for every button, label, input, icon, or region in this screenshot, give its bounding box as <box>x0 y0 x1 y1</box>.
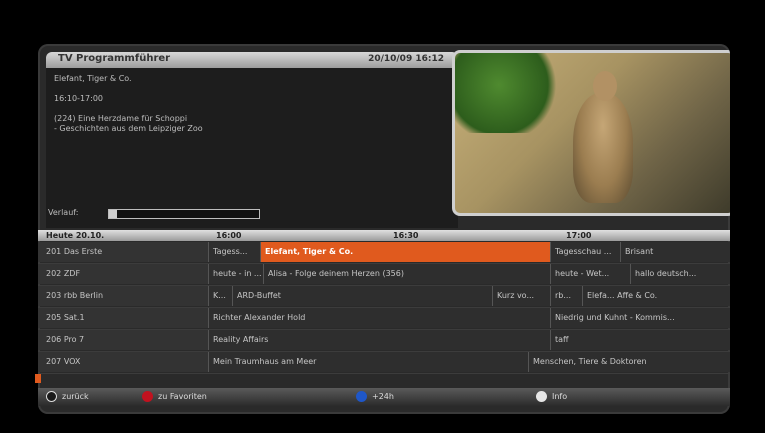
program-cell[interactable]: heute - Wet... <box>550 264 630 284</box>
back-icon <box>46 391 57 402</box>
program-info-panel: Elefant, Tiger & Co. 16:10-17:00 (224) E… <box>46 68 458 228</box>
progress-label: Verlauf: <box>48 208 79 217</box>
channel-row: 202 ZDF heute - in ... Alisa - Folge dei… <box>38 264 730 286</box>
program-cell[interactable]: Richter Alexander Hold <box>208 308 550 328</box>
channel-name[interactable]: 205 Sat.1 <box>38 308 208 328</box>
program-description-2: - Geschichten aus dem Leipziger Zoo <box>54 124 203 133</box>
video-meerkat <box>573 71 633 203</box>
datetime: 20/10/09 16:12 <box>368 54 444 64</box>
program-cell[interactable]: taff <box>550 330 730 350</box>
favorites-button[interactable]: zu Favoriten <box>142 390 207 404</box>
channel-row: 201 Das Erste Tagess... Elefant, Tiger &… <box>38 242 730 264</box>
program-cell[interactable]: Reality Affairs <box>208 330 550 350</box>
program-cell[interactable]: Tagess... <box>208 242 260 262</box>
program-cell[interactable]: Alisa - Folge deinem Herzen (356) <box>263 264 550 284</box>
channel-name[interactable]: 207 VOX <box>38 352 208 372</box>
progress-bar <box>108 209 260 219</box>
channel-name[interactable]: 203 rbb Berlin <box>38 286 208 306</box>
program-cell[interactable]: hallo deutsch... <box>630 264 730 284</box>
back-label: zurück <box>62 392 89 401</box>
video-foliage <box>455 53 565 133</box>
program-cell[interactable]: Niedrig und Kuhnt - Kommis... <box>550 308 730 328</box>
back-button[interactable]: zurück <box>46 390 89 404</box>
header-bar: TV Programmführer 20/10/09 16:12 <box>46 52 458 68</box>
bottom-bar: zurück zu Favoriten +24h Info <box>38 388 730 406</box>
red-button-icon <box>142 391 153 402</box>
blue-button-icon <box>356 391 367 402</box>
channel-row: 203 rbb Berlin K... ARD-Buffet Kurz vo..… <box>38 286 730 308</box>
program-cell[interactable]: Elefa... Affe & Co. <box>582 286 730 306</box>
program-cell[interactable]: Mein Traumhaus am Meer <box>208 352 528 372</box>
app-title: TV Programmführer <box>58 53 171 64</box>
video-preview <box>452 50 730 216</box>
channel-name[interactable]: 202 ZDF <box>38 264 208 284</box>
program-cell[interactable]: Brisant <box>620 242 730 262</box>
program-cell[interactable]: Kurz vo... <box>492 286 550 306</box>
selection-marker <box>35 374 41 383</box>
program-cell[interactable]: heute - in ... <box>208 264 263 284</box>
channel-row: 207 VOX Mein Traumhaus am Meer Menschen,… <box>38 352 730 374</box>
timeline-bar: Heute 20.10. 16:00 16:30 17:00 <box>38 230 730 241</box>
timeline-time-2: 16:30 <box>393 231 419 240</box>
plus24h-label: +24h <box>372 392 394 401</box>
channel-row: 206 Pro 7 Reality Affairs taff <box>38 330 730 352</box>
progress-fill <box>109 210 117 218</box>
plus24h-button[interactable]: +24h <box>356 390 394 404</box>
program-cell[interactable]: rb... <box>550 286 582 306</box>
timeline-day: Heute 20.10. <box>46 231 105 240</box>
program-cell[interactable]: Tagesschau ... <box>550 242 620 262</box>
white-button-icon <box>536 391 547 402</box>
program-cell-selected[interactable]: Elefant, Tiger & Co. <box>260 242 550 262</box>
program-cell[interactable]: K... <box>208 286 232 306</box>
channel-name[interactable]: 206 Pro 7 <box>38 330 208 350</box>
program-cell[interactable]: Menschen, Tiere & Doktoren <box>528 352 730 372</box>
program-description-1: (224) Eine Herzdame für Schoppi <box>54 114 188 123</box>
timeline-time-3: 17:00 <box>566 231 592 240</box>
epg-grid: 201 Das Erste Tagess... Elefant, Tiger &… <box>38 242 730 374</box>
info-label: Info <box>552 392 568 401</box>
program-time: 16:10-17:00 <box>54 94 103 103</box>
channel-row: 205 Sat.1 Richter Alexander Hold Niedrig… <box>38 308 730 330</box>
program-title: Elefant, Tiger & Co. <box>54 74 132 83</box>
program-cell[interactable]: ARD-Buffet <box>232 286 492 306</box>
epg-screen: TV Programmführer 20/10/09 16:12 Elefant… <box>38 44 730 414</box>
timeline-time-1: 16:00 <box>216 231 242 240</box>
favorites-label: zu Favoriten <box>158 392 207 401</box>
channel-name[interactable]: 201 Das Erste <box>38 242 208 262</box>
info-button[interactable]: Info <box>536 390 567 404</box>
